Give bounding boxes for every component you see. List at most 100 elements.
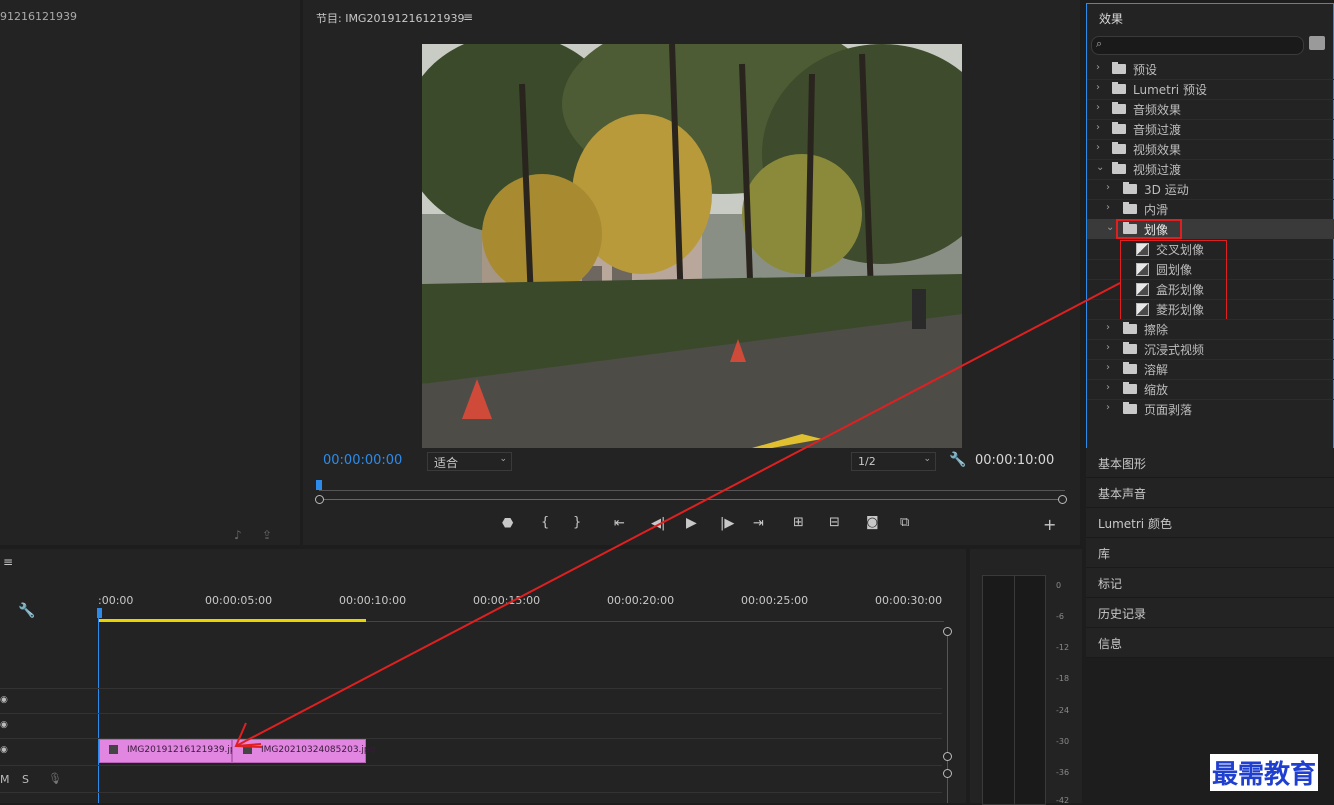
- chevron-right-icon: ›: [1106, 362, 1110, 373]
- folder-icon: [1112, 142, 1126, 154]
- go-to-out-button[interactable]: ⇥: [753, 516, 764, 531]
- iris-children-highlight-box: [1120, 240, 1227, 320]
- timeline-clip[interactable]: IMG20191216121939.jpg: [99, 739, 241, 763]
- tree-item-label: 预设: [1133, 63, 1158, 77]
- add-marker-button[interactable]: ⬣: [502, 516, 513, 531]
- tree-item-presets[interactable]: › 预设: [1087, 59, 1334, 79]
- tree-item-label: 视频过渡: [1133, 163, 1182, 177]
- mute-track-button[interactable]: M: [0, 773, 10, 786]
- panel-essential-graphics[interactable]: 基本图形: [1086, 448, 1334, 478]
- tree-item-slide[interactable]: › 内滑: [1087, 199, 1334, 219]
- panel-label: 信息: [1098, 637, 1123, 651]
- chevron-right-icon: ›: [1096, 62, 1100, 73]
- lift-button[interactable]: ⊞: [793, 515, 804, 530]
- meter-scale-label: -18: [1056, 674, 1070, 683]
- effects-panel-title[interactable]: 效果: [1099, 10, 1123, 27]
- tree-item-label: 溶解: [1144, 363, 1169, 377]
- ruler-label: 00:00:30:00: [875, 594, 943, 607]
- tree-item-zoom[interactable]: › 缩放: [1087, 379, 1334, 399]
- folder-icon: [1123, 362, 1137, 374]
- clip-image-icon: [243, 745, 252, 754]
- tree-item-video-transitions[interactable]: ⌄ 视频过渡: [1087, 159, 1334, 179]
- compare-view-button[interactable]: ⧉: [900, 515, 909, 530]
- meter-scale-label: -6: [1056, 612, 1064, 621]
- hamburger-icon[interactable]: ≡: [463, 10, 473, 24]
- folder-icon: [1112, 102, 1126, 114]
- extract-button[interactable]: ⊟: [829, 515, 840, 530]
- new-bin-icon[interactable]: [1309, 36, 1325, 50]
- export-icon[interactable]: ⇪: [262, 528, 272, 542]
- chevron-down-icon: ⌄: [1106, 222, 1115, 233]
- tree-item-lumetri-presets[interactable]: › Lumetri 预设: [1087, 79, 1334, 99]
- step-forward-button[interactable]: |▶: [720, 516, 734, 531]
- tree-item-wipe[interactable]: › 擦除: [1087, 319, 1334, 339]
- tree-item-label: 页面剥落: [1144, 403, 1193, 417]
- mark-in-button[interactable]: {: [541, 515, 549, 530]
- chevron-right-icon: ›: [1106, 342, 1110, 353]
- panel-label: 基本声音: [1098, 487, 1147, 501]
- tree-item-audio-effects[interactable]: › 音频效果: [1087, 99, 1334, 119]
- panel-essential-sound[interactable]: 基本声音: [1086, 478, 1334, 508]
- video-frame[interactable]: [422, 44, 962, 448]
- chevron-right-icon: ›: [1106, 182, 1110, 193]
- panel-libraries[interactable]: 库: [1086, 538, 1334, 568]
- effects-search-input[interactable]: ⌕: [1091, 36, 1304, 55]
- folder-icon: [1123, 382, 1137, 394]
- panel-label: 历史记录: [1098, 607, 1147, 621]
- meter-scale-label: -12: [1056, 643, 1070, 652]
- tree-item-label: 缩放: [1144, 383, 1169, 397]
- chevron-down-icon: ⌄: [923, 454, 931, 464]
- go-to-in-button[interactable]: ⇤: [614, 516, 625, 531]
- work-area-bar[interactable]: [99, 619, 366, 622]
- step-back-button[interactable]: ◀|: [651, 516, 665, 531]
- chevron-down-icon: ⌄: [1096, 162, 1105, 173]
- export-frame-camera-icon[interactable]: ◙: [866, 515, 879, 530]
- chevron-right-icon: ›: [1106, 382, 1110, 393]
- toggle-visibility-eye-icon[interactable]: ◉: [0, 745, 8, 755]
- fit-select[interactable]: 适合 ⌄: [427, 452, 512, 471]
- zoom-handle-right[interactable]: [1058, 495, 1067, 504]
- folder-icon: [1123, 342, 1137, 354]
- source-monitor-panel: 91216121939 ♪ ⇪: [0, 0, 300, 545]
- tree-item-label: 内滑: [1144, 203, 1169, 217]
- program-timecode-current[interactable]: 00:00:00:00: [323, 453, 402, 468]
- play-button[interactable]: ▶: [686, 515, 697, 531]
- folder-icon: [1123, 202, 1137, 214]
- wrench-icon[interactable]: 🔧: [18, 603, 35, 619]
- toggle-visibility-eye-icon[interactable]: ◉: [0, 720, 8, 730]
- program-scrub-bar[interactable]: [315, 480, 1067, 506]
- toggle-visibility-eye-icon[interactable]: ◉: [0, 695, 8, 705]
- scroll-handle[interactable]: [943, 627, 952, 636]
- tree-item-dissolve[interactable]: › 溶解: [1087, 359, 1334, 379]
- resolution-select[interactable]: 1/2 ⌄: [851, 452, 936, 471]
- playhead-marker[interactable]: [316, 480, 322, 490]
- insert-audio-icon[interactable]: ♪: [234, 528, 242, 542]
- source-monitor-title[interactable]: 91216121939: [0, 10, 77, 23]
- ruler-label: 00:00:15:00: [473, 594, 541, 607]
- microphone-icon[interactable]: 🎙: [48, 772, 62, 785]
- program-monitor-panel: 节目: IMG20191216121939 ≡ 00:00:00:00 适合 ⌄…: [303, 0, 1080, 545]
- tree-item-immersive-video[interactable]: › 沉浸式视频: [1087, 339, 1334, 359]
- program-monitor-title[interactable]: 节目: IMG20191216121939: [316, 10, 464, 26]
- timeline-clip[interactable]: IMG20210324085203.jpg: [232, 739, 375, 763]
- mark-out-button[interactable]: }: [573, 515, 581, 530]
- timeline-playhead[interactable]: [97, 608, 102, 618]
- wrench-icon[interactable]: 🔧: [949, 452, 966, 468]
- solo-track-button[interactable]: S: [22, 773, 29, 786]
- tree-item-video-effects[interactable]: › 视频效果: [1087, 139, 1334, 159]
- tree-item-page-peel[interactable]: › 页面剥落: [1087, 399, 1334, 419]
- button-editor-plus-icon[interactable]: +: [1043, 515, 1056, 534]
- zoom-handle-left[interactable]: [315, 495, 324, 504]
- scroll-handle[interactable]: [943, 769, 952, 778]
- timeline-menu-icon[interactable]: ≡: [3, 555, 13, 569]
- tree-item-audio-transitions[interactable]: › 音频过渡: [1087, 119, 1334, 139]
- panel-info[interactable]: 信息: [1086, 628, 1334, 658]
- folder-icon: [1123, 182, 1137, 194]
- panel-history[interactable]: 历史记录: [1086, 598, 1334, 628]
- effects-panel: 效果 ⌕ › 预设 › Lumetri 预设 › 音频效果 › 音频过渡 › 视…: [1086, 3, 1334, 449]
- meter-scale-label: -36: [1056, 768, 1070, 777]
- panel-lumetri-color[interactable]: Lumetri 颜色: [1086, 508, 1334, 538]
- scroll-handle[interactable]: [943, 752, 952, 761]
- tree-item-3d-motion[interactable]: › 3D 运动: [1087, 179, 1334, 199]
- panel-markers[interactable]: 标记: [1086, 568, 1334, 598]
